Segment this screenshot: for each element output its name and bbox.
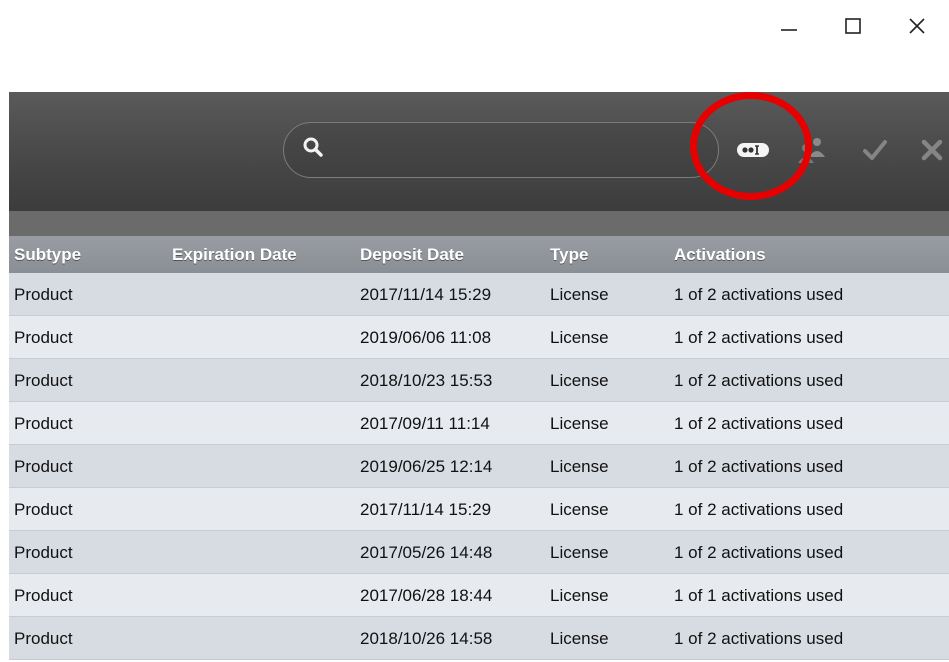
window-caption-buttons (757, 0, 949, 60)
cell-deposit-date: 2018/10/23 15:53 (360, 371, 493, 390)
confirm-button[interactable] (857, 130, 893, 170)
table-row[interactable]: Product 2017/11/14 15:29 License 1 of 2 … (9, 488, 949, 531)
cell-subtype: Product (14, 285, 73, 304)
cell-type: License (550, 500, 609, 519)
cell-type: License (550, 586, 609, 605)
cell-expiration-date (167, 273, 355, 315)
search-icon (303, 137, 323, 157)
cell-type: License (550, 629, 609, 648)
toolbar-separator (9, 211, 949, 236)
cell-activations: 1 of 2 activations used (674, 285, 844, 304)
cell-type: License (550, 328, 609, 347)
close-icon (909, 18, 925, 34)
checkmark-icon (863, 140, 887, 160)
column-header-subtype[interactable]: Subtype (9, 236, 167, 273)
show-password-button[interactable] (735, 130, 771, 170)
cell-type: License (550, 543, 609, 562)
cell-activations: 1 of 2 activations used (674, 328, 844, 347)
cell-deposit-date: 2017/11/14 15:29 (360, 500, 492, 519)
column-header-expiration-date[interactable]: Expiration Date (167, 236, 355, 273)
cell-deposit-date: 2018/10/26 14:58 (360, 629, 493, 648)
cross-icon (921, 139, 943, 161)
cell-deposit-date: 2017/05/26 14:48 (360, 543, 493, 562)
cell-deposit-date: 2017/06/28 18:44 (360, 586, 493, 605)
cell-activations: 1 of 2 activations used (674, 371, 844, 390)
cell-expiration-date (167, 574, 355, 616)
maximize-icon (845, 18, 861, 34)
cell-type: License (550, 457, 609, 476)
cell-expiration-date (167, 402, 355, 444)
table-row[interactable]: Product 2019/06/25 12:14 License 1 of 2 … (9, 445, 949, 488)
cell-subtype: Product (14, 457, 73, 476)
column-header-deposit-date[interactable]: Deposit Date (355, 236, 545, 273)
table-row[interactable]: Product 2017/06/28 18:44 License 1 of 1 … (9, 574, 949, 617)
close-button[interactable] (885, 0, 949, 52)
column-header-type[interactable]: Type (545, 236, 669, 273)
search-box[interactable] (283, 122, 719, 178)
cell-type: License (550, 414, 609, 433)
cell-subtype: Product (14, 586, 73, 605)
cell-activations: 1 of 2 activations used (674, 500, 844, 519)
table-body: Product 2017/11/14 15:29 License 1 of 2 … (9, 273, 949, 660)
cell-expiration-date (167, 617, 355, 659)
table-row[interactable]: Product 2017/09/11 11:14 License 1 of 2 … (9, 402, 949, 445)
cell-expiration-date (167, 359, 355, 401)
table-row[interactable]: Product 2018/10/23 15:53 License 1 of 2 … (9, 359, 949, 402)
cell-type: License (550, 285, 609, 304)
search-input[interactable] (332, 133, 706, 169)
column-header-activations[interactable]: Activations (669, 236, 949, 273)
cell-type: License (550, 371, 609, 390)
cell-activations: 1 of 2 activations used (674, 457, 844, 476)
cell-subtype: Product (14, 543, 73, 562)
cell-activations: 1 of 1 activations used (674, 586, 844, 605)
cell-subtype: Product (14, 500, 73, 519)
table-row[interactable]: Product 2017/11/14 15:29 License 1 of 2 … (9, 273, 949, 316)
cell-activations: 1 of 2 activations used (674, 414, 844, 433)
minimize-icon (781, 29, 797, 31)
cell-activations: 1 of 2 activations used (674, 629, 844, 648)
cell-deposit-date: 2017/11/14 15:29 (360, 285, 492, 304)
table-header: Subtype Expiration Date Deposit Date Typ… (9, 236, 949, 273)
cell-deposit-date: 2019/06/06 11:08 (360, 328, 492, 347)
cell-expiration-date (167, 488, 355, 530)
users-icon (798, 138, 825, 163)
cell-deposit-date: 2017/09/11 11:14 (360, 414, 490, 433)
password-dots-icon (737, 143, 769, 157)
cell-deposit-date: 2019/06/25 12:14 (360, 457, 493, 476)
cancel-button[interactable] (914, 130, 949, 170)
table-row[interactable]: Product 2017/05/26 14:48 License 1 of 2 … (9, 531, 949, 574)
cell-subtype: Product (14, 414, 73, 433)
minimize-button[interactable] (757, 0, 821, 52)
maximize-button[interactable] (821, 0, 885, 52)
table-row[interactable]: Product 2018/10/26 14:58 License 1 of 2 … (9, 617, 949, 660)
cell-subtype: Product (14, 371, 73, 390)
cell-expiration-date (167, 316, 355, 358)
cell-activations: 1 of 2 activations used (674, 543, 844, 562)
cell-expiration-date (167, 531, 355, 573)
users-button[interactable] (793, 130, 829, 170)
cell-subtype: Product (14, 629, 73, 648)
cell-expiration-date (167, 445, 355, 487)
table-row[interactable]: Product 2019/06/06 11:08 License 1 of 2 … (9, 316, 949, 359)
cell-subtype: Product (14, 328, 73, 347)
